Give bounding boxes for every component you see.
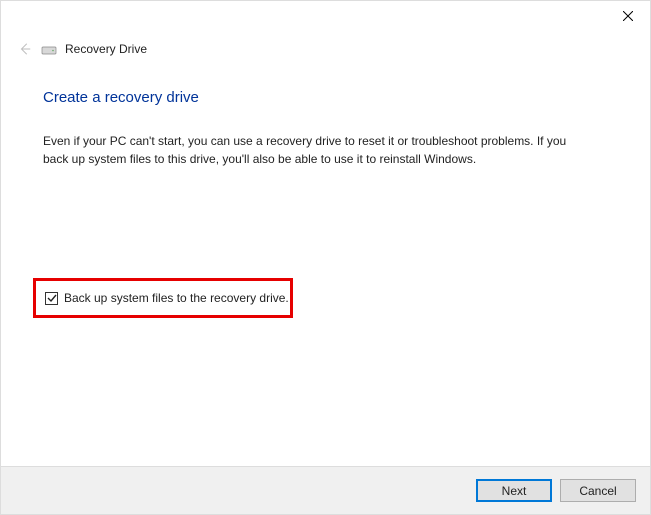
back-button [17,41,33,57]
backup-checkbox-row: Back up system files to the recovery dri… [45,291,289,305]
checkmark-icon [47,293,57,303]
header-title: Recovery Drive [65,42,147,56]
description-text: Even if your PC can't start, you can use… [43,132,583,168]
backup-checkbox-label: Back up system files to the recovery dri… [64,291,289,305]
back-arrow-icon [18,42,32,56]
cancel-button[interactable]: Cancel [560,479,636,502]
page-heading: Create a recovery drive [43,89,608,106]
footer: Next Cancel [1,466,650,514]
drive-icon [41,43,57,55]
content-area: Create a recovery drive Even if your PC … [43,89,608,168]
backup-checkbox[interactable] [45,292,58,305]
next-button[interactable]: Next [476,479,552,502]
close-button[interactable] [605,1,650,31]
header: Recovery Drive [17,41,147,57]
recovery-drive-wizard: Recovery Drive Create a recovery drive E… [0,0,651,515]
close-icon [623,11,633,21]
titlebar [605,1,650,31]
